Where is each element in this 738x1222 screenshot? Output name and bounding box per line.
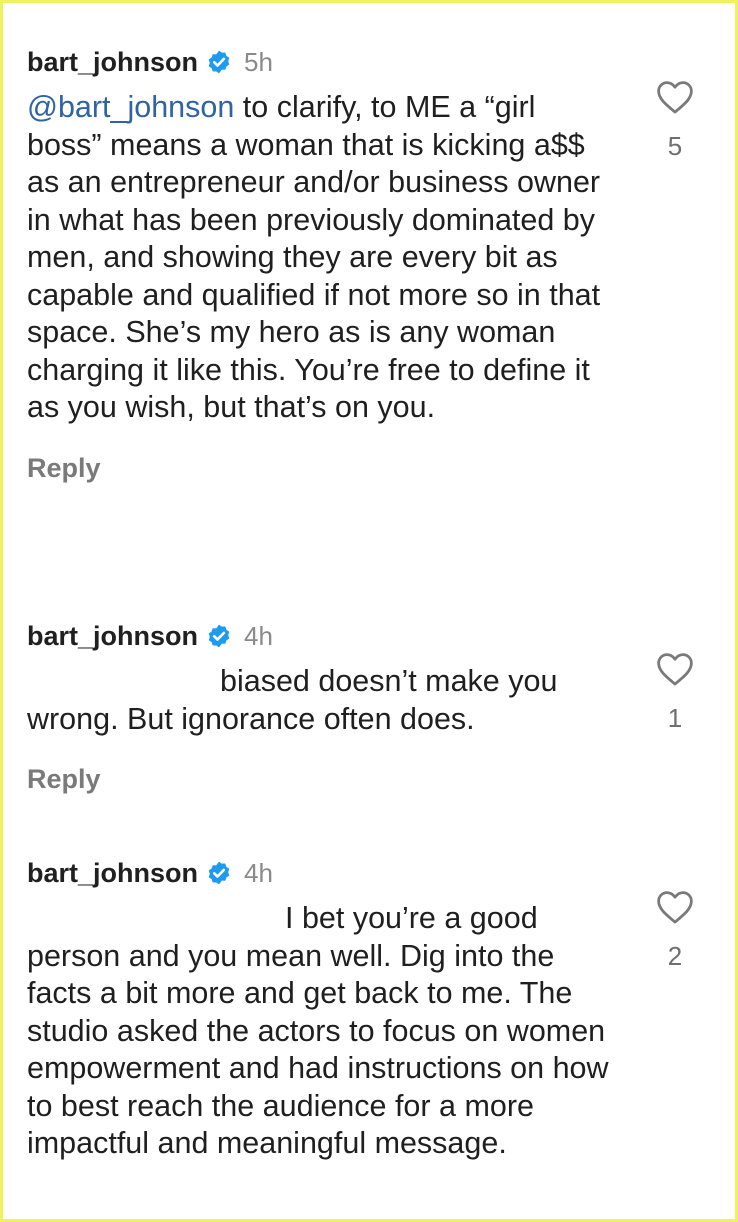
like-count: 5 <box>667 131 683 161</box>
comment-item: bart_johnson 4h biased doesn’t make you … <box>27 619 717 795</box>
comment-header: bart_johnson 4h <box>27 619 717 653</box>
comment-text-body: biased doesn’t make you wrong. But ignor… <box>27 664 558 736</box>
heart-outline-icon[interactable] <box>655 79 695 115</box>
heart-outline-icon[interactable] <box>655 889 695 925</box>
like-count: 2 <box>667 941 683 971</box>
comment-item: bart_johnson 5h @bart_johnson to clarify… <box>27 45 717 484</box>
comment-username[interactable]: bart_johnson <box>27 621 198 652</box>
reply-button[interactable]: Reply <box>27 764 101 795</box>
like-button[interactable]: 1 <box>652 651 698 734</box>
comment-username[interactable]: bart_johnson <box>27 47 198 78</box>
comment-thread: bart_johnson 5h @bart_johnson to clarify… <box>0 0 738 1222</box>
comment-item: bart_johnson 4h I bet you’re a good pers… <box>27 856 717 1163</box>
like-button[interactable]: 5 <box>652 79 698 162</box>
comment-timestamp: 5h <box>244 46 273 77</box>
comment-text-body: to clarify, to ME a “girl boss” means a … <box>27 90 601 424</box>
comment-text: biased doesn’t make you wrong. But ignor… <box>27 663 617 738</box>
comment-header: bart_johnson 4h <box>27 856 717 890</box>
verified-badge-icon <box>208 50 230 74</box>
like-count: 1 <box>667 703 683 733</box>
comment-timestamp: 4h <box>244 620 273 651</box>
comment-text-body: I bet you’re a good person and you mean … <box>27 901 609 1160</box>
verified-badge-icon <box>208 861 230 885</box>
comment-timestamp: 4h <box>244 857 273 888</box>
heart-outline-icon[interactable] <box>655 651 695 687</box>
comment-username[interactable]: bart_johnson <box>27 858 198 889</box>
verified-badge-icon <box>208 624 230 648</box>
comment-text: I bet you’re a good person and you mean … <box>27 900 617 1163</box>
like-button[interactable]: 2 <box>652 889 698 972</box>
reply-button[interactable]: Reply <box>27 453 101 484</box>
comment-mention[interactable]: @bart_johnson <box>27 90 234 124</box>
comment-header: bart_johnson 5h <box>27 45 717 79</box>
comment-text: @bart_johnson to clarify, to ME a “girl … <box>27 89 617 427</box>
